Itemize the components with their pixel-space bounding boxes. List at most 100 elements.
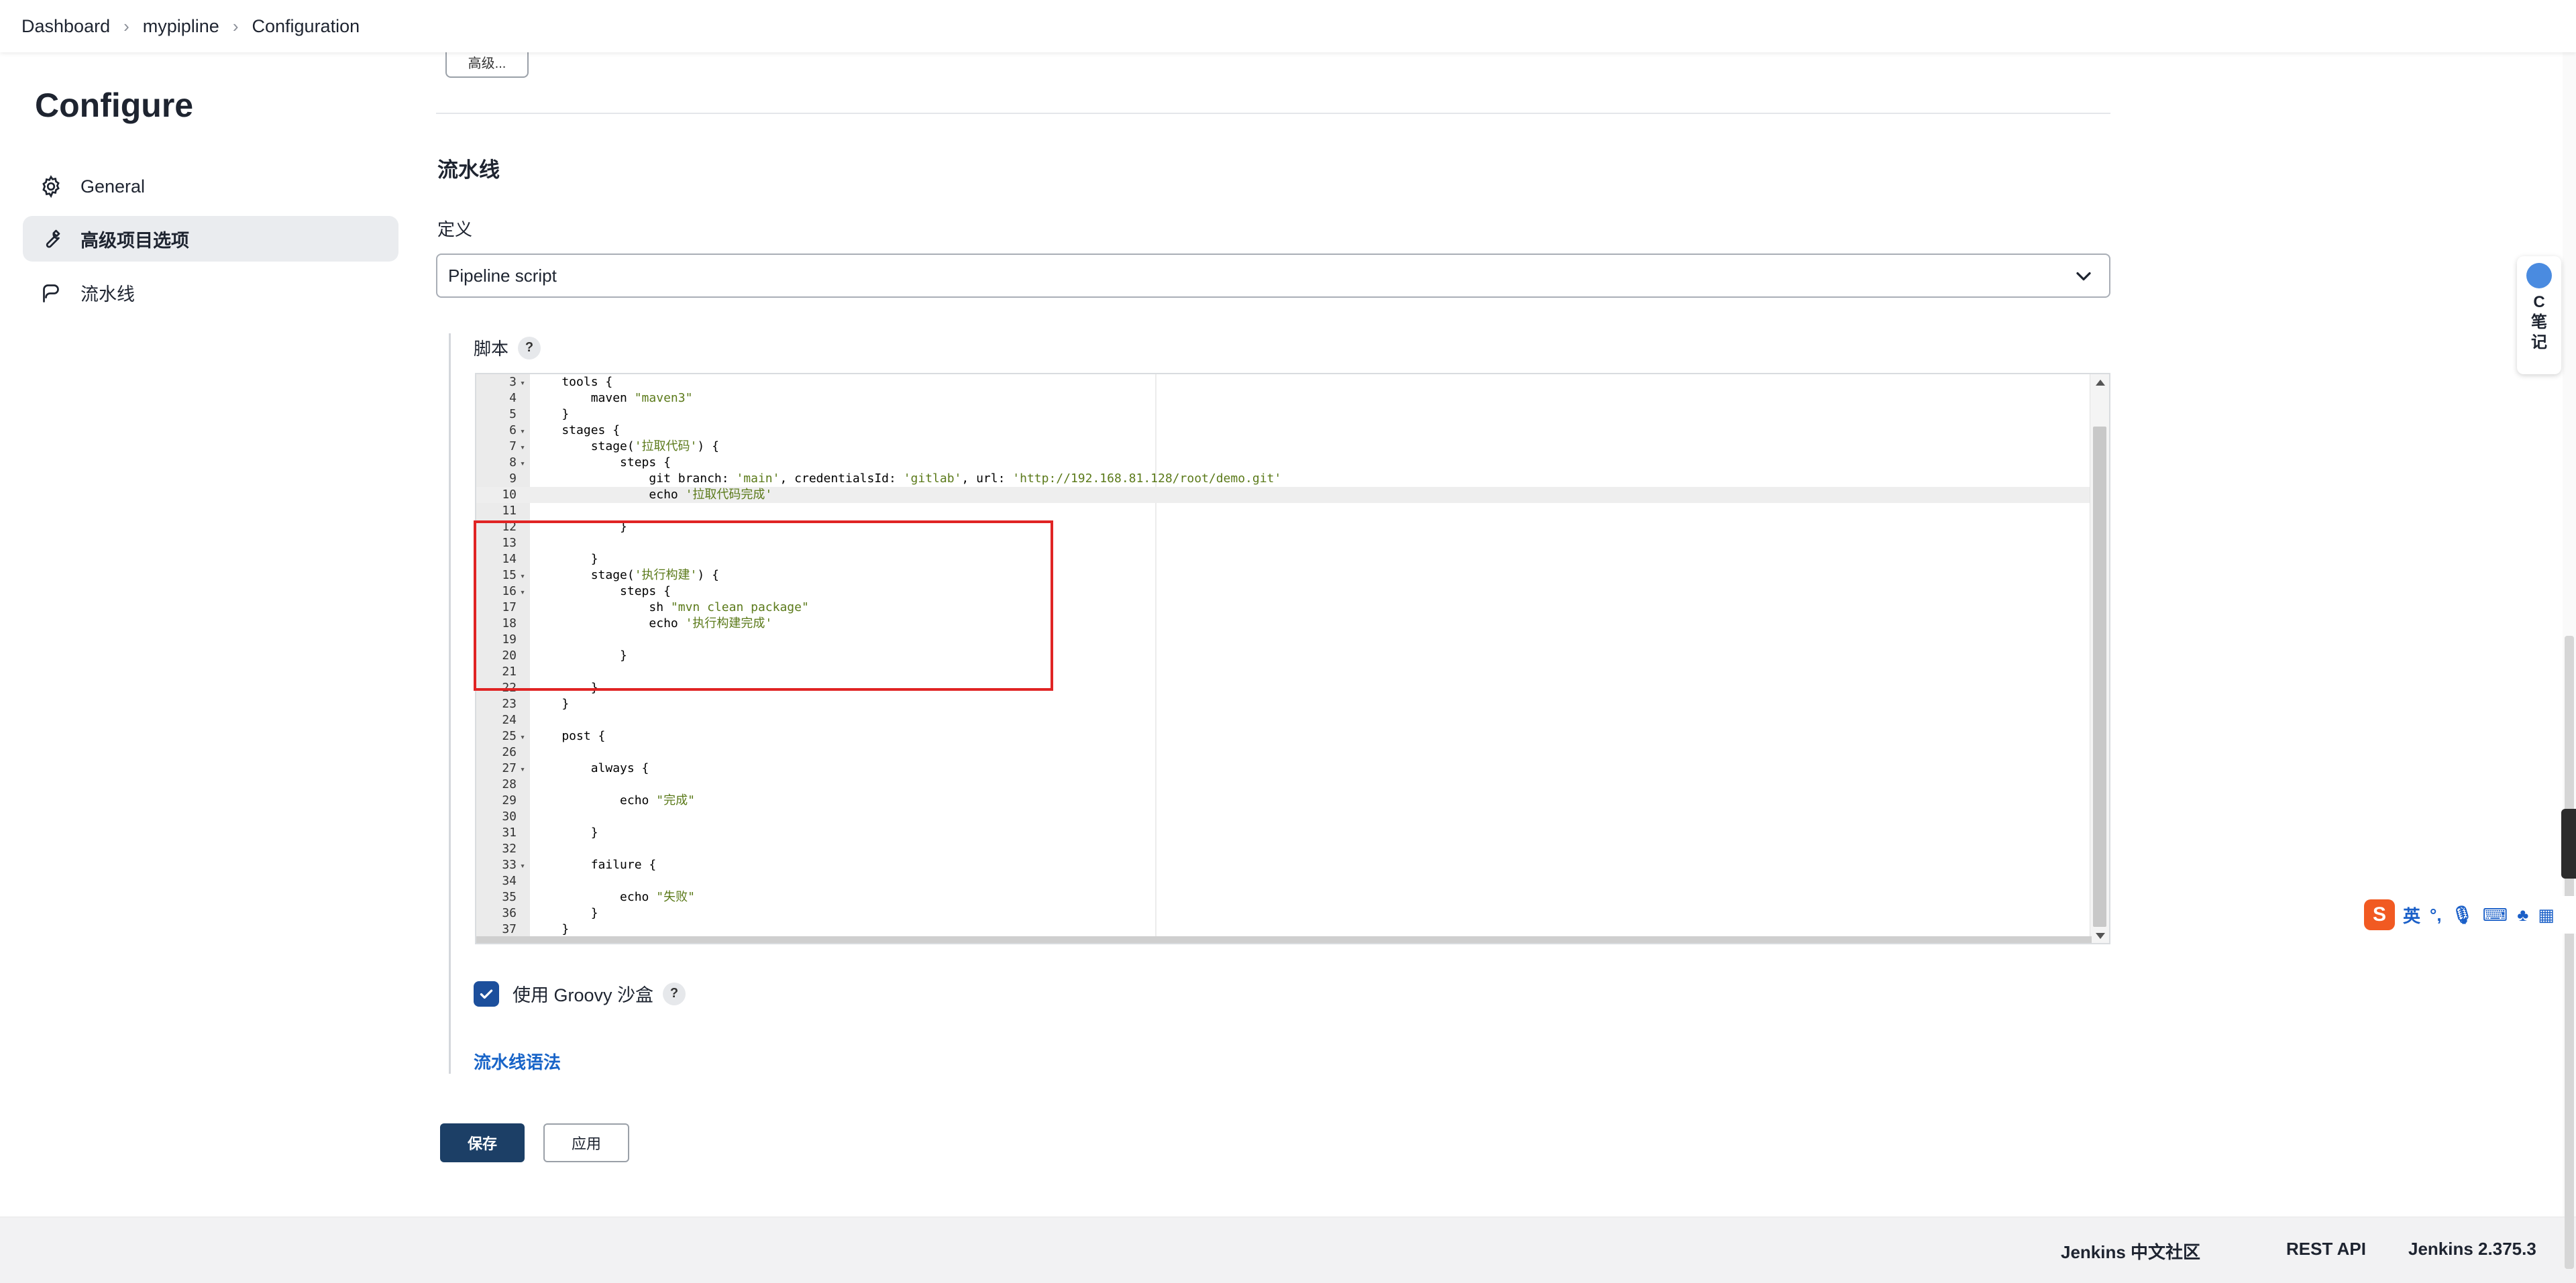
code-text: failure { <box>533 858 657 872</box>
code-line[interactable]: 34 <box>476 873 529 889</box>
line-number: 19 <box>502 632 517 647</box>
code-line[interactable]: 18 echo '执行构建完成' <box>476 616 772 632</box>
breadcrumb: Dashboard › mypipline › Configuration <box>0 0 2576 52</box>
line-number: 37 <box>502 922 517 936</box>
footer-rest-api-link[interactable]: REST API <box>2286 1239 2366 1260</box>
chevron-right-icon: › <box>232 15 239 36</box>
ime-toolbar[interactable]: S 英 °, 🎙 ⌨ ♣ ▦ <box>2364 896 2576 934</box>
grid-menu-icon[interactable]: ▦ <box>2538 905 2555 926</box>
code-line[interactable]: 31 } <box>476 825 598 841</box>
fold-toggle-icon[interactable]: ▾ <box>517 376 529 392</box>
code-line[interactable]: 6 ▾ stages { <box>476 423 620 440</box>
breadcrumb-dashboard[interactable]: Dashboard <box>21 16 110 37</box>
code-text: } <box>533 407 570 421</box>
code-line[interactable]: 8 ▾ steps { <box>476 455 671 472</box>
code-line[interactable]: 9 git branch: 'main', credentialsId: 'gi… <box>476 471 1281 487</box>
code-line[interactable]: 21 <box>476 664 529 680</box>
gear-icon <box>38 173 64 200</box>
code-text: } <box>533 552 598 566</box>
code-line[interactable]: 36 } <box>476 905 598 922</box>
code-text: always { <box>533 761 649 775</box>
page-scrollbar[interactable] <box>2563 52 2576 1269</box>
line-number: 3 <box>509 375 517 389</box>
code-line[interactable]: 23 } <box>476 696 569 712</box>
code-line[interactable]: 5 } <box>476 406 569 423</box>
fold-toggle-icon[interactable]: ▾ <box>517 440 529 456</box>
line-number: 5 <box>509 407 517 421</box>
ime-mode-indicator[interactable]: 英 <box>2403 903 2420 928</box>
code-line[interactable]: 25 ▾ post { <box>476 728 605 746</box>
scroll-down-arrow-icon[interactable] <box>2096 933 2105 939</box>
code-line[interactable]: 15 ▾ stage('执行构建') { <box>476 567 719 585</box>
fold-toggle-icon[interactable]: ▾ <box>517 858 529 875</box>
footer-community-link[interactable]: Jenkins 中文社区 <box>2061 1239 2200 1264</box>
fold-toggle-icon[interactable]: ▾ <box>517 762 529 778</box>
code-line[interactable]: 14 } <box>476 551 598 567</box>
code-line[interactable]: 12 } <box>476 519 627 535</box>
code-line[interactable]: 33 ▾ failure { <box>476 857 656 875</box>
code-line[interactable]: 28 <box>476 777 529 793</box>
editor-scrollbar[interactable] <box>2090 374 2109 943</box>
code-line[interactable]: 7 ▾ stage('拉取代码') { <box>476 439 719 456</box>
script-editor[interactable]: 3 ▾ tools {4 maven "maven3" 5 } 6 ▾ stages {… <box>475 373 2110 944</box>
code-text: } <box>533 906 598 920</box>
line-number: 10 <box>502 488 517 502</box>
editor-horizontal-scrollbar[interactable] <box>476 936 2092 943</box>
definition-label: 定义 <box>437 219 473 239</box>
code-line[interactable]: 26 <box>476 744 529 761</box>
sidebar-item-general[interactable]: General <box>23 164 398 209</box>
page-scroll-thumb[interactable] <box>2565 636 2574 1269</box>
code-text: } <box>533 826 598 840</box>
code-line[interactable]: 22 } <box>476 680 598 696</box>
code-line[interactable]: 4 maven "maven3" <box>476 390 692 406</box>
fold-toggle-icon[interactable]: ▾ <box>517 730 529 746</box>
pipeline-syntax-link[interactable]: 流水线语法 <box>474 1049 561 1074</box>
note-widget[interactable]: C 笔 记 <box>2517 256 2561 374</box>
line-number: 30 <box>502 810 517 824</box>
code-line[interactable]: 32 <box>476 841 529 857</box>
help-icon[interactable]: ? <box>518 336 541 359</box>
fold-toggle-icon[interactable]: ▾ <box>517 585 529 601</box>
code-line[interactable]: 29 echo "完成" <box>476 793 695 809</box>
code-line[interactable]: 3 ▾ tools { <box>476 374 612 392</box>
line-number: 15 <box>502 568 517 582</box>
footer-version-link[interactable]: Jenkins 2.375.3 <box>2408 1239 2536 1260</box>
breadcrumb-project[interactable]: mypipline <box>143 16 219 37</box>
code-text: stage('执行构建') { <box>533 568 719 582</box>
code-text: steps { <box>533 584 671 598</box>
code-text: } <box>533 681 598 695</box>
code-line[interactable]: 24 <box>476 712 529 728</box>
sidebar-item-label: General <box>80 176 146 197</box>
microphone-icon[interactable]: 🎙 <box>2451 905 2473 926</box>
code-line[interactable]: 19 <box>476 632 529 648</box>
script-label-row: 脚本 ? <box>474 335 541 360</box>
code-line[interactable]: 11 <box>476 503 529 519</box>
breadcrumb-configuration[interactable]: Configuration <box>252 16 360 37</box>
punctuation-icon[interactable]: °, <box>2430 905 2442 926</box>
help-icon[interactable]: ? <box>663 982 686 1005</box>
code-line[interactable]: 13 <box>476 535 529 551</box>
skin-icon[interactable]: ♣ <box>2517 905 2528 926</box>
edge-handle[interactable] <box>2561 809 2576 879</box>
code-line[interactable]: 27 ▾ always { <box>476 761 649 778</box>
code-line[interactable]: 17 sh "mvn clean package" <box>476 600 809 616</box>
code-line[interactable]: 10 echo '拉取代码完成' <box>476 487 772 503</box>
definition-select[interactable]: Pipeline script <box>436 254 2110 298</box>
fold-toggle-icon[interactable]: ▾ <box>517 569 529 585</box>
fold-toggle-icon[interactable]: ▾ <box>517 424 529 440</box>
scroll-up-arrow-icon[interactable] <box>2096 380 2105 386</box>
fold-toggle-icon[interactable]: ▾ <box>517 456 529 472</box>
sidebar-item-advanced-options[interactable]: 高级项目选项 <box>23 216 398 262</box>
sidebar-item-pipeline[interactable]: 流水线 <box>23 270 398 315</box>
code-line[interactable]: 37 } <box>476 922 569 938</box>
save-button[interactable]: 保存 <box>440 1123 525 1162</box>
groovy-sandbox-checkbox[interactable] <box>474 981 499 1007</box>
code-line[interactable]: 35 echo "失败" <box>476 889 695 905</box>
code-line[interactable]: 20 } <box>476 648 627 664</box>
code-line[interactable]: 16 ▾ steps { <box>476 583 671 601</box>
editor-scroll-thumb[interactable] <box>2093 427 2106 927</box>
code-text: echo "失败" <box>533 890 695 904</box>
apply-button[interactable]: 应用 <box>543 1123 629 1162</box>
keyboard-icon[interactable]: ⌨ <box>2483 905 2508 926</box>
code-line[interactable]: 30 <box>476 809 529 825</box>
